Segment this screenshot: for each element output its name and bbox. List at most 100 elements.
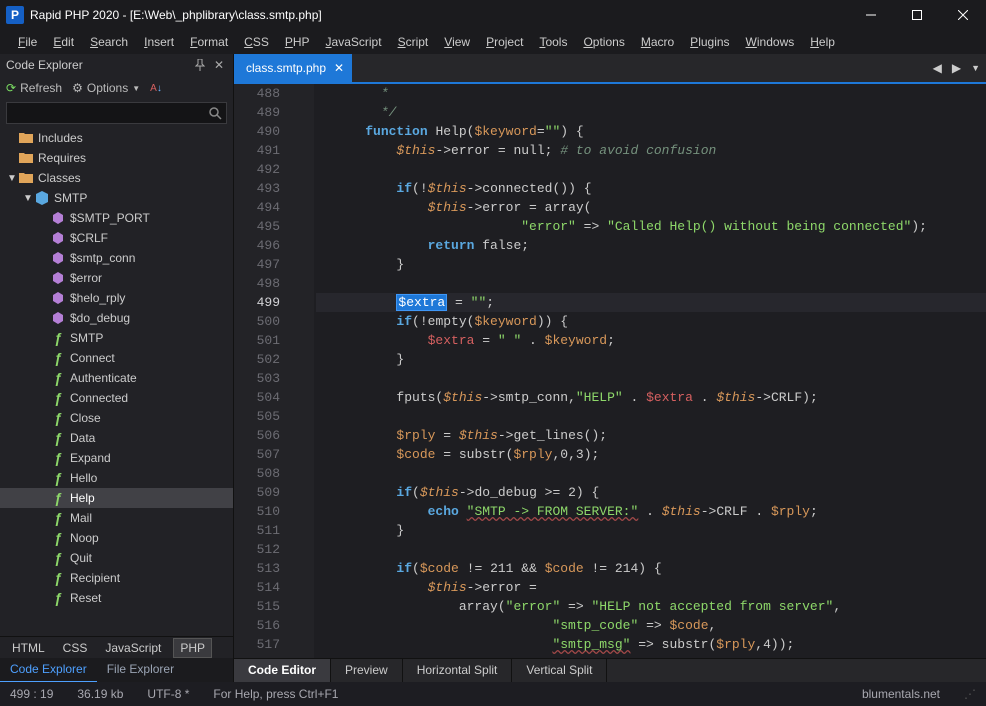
menu-project[interactable]: Project bbox=[478, 32, 531, 52]
search-box[interactable] bbox=[6, 102, 227, 124]
tab-menu-icon[interactable]: ▼ bbox=[971, 63, 980, 73]
close-button[interactable] bbox=[940, 0, 986, 30]
menu-script[interactable]: Script bbox=[390, 32, 437, 52]
tree-row[interactable]: ƒExpand bbox=[0, 448, 233, 468]
tree-row[interactable]: ƒConnected bbox=[0, 388, 233, 408]
code-line[interactable] bbox=[316, 274, 986, 293]
tree-row[interactable]: ƒMail bbox=[0, 508, 233, 528]
code-line[interactable]: $extra = " " . $keyword; bbox=[316, 331, 986, 350]
resize-grip-icon[interactable]: ⋰ bbox=[964, 687, 976, 701]
code-line[interactable]: $extra = ""; bbox=[316, 293, 986, 312]
menu-options[interactable]: Options bbox=[575, 32, 632, 52]
tree-row[interactable]: ▼Classes bbox=[0, 168, 233, 188]
tab-file-explorer[interactable]: File Explorer bbox=[97, 658, 184, 682]
menu-format[interactable]: Format bbox=[182, 32, 236, 52]
menu-css[interactable]: CSS bbox=[236, 32, 277, 52]
tab-prev-icon[interactable]: ◀ bbox=[933, 61, 942, 75]
lang-tab-javascript[interactable]: JavaScript bbox=[99, 639, 167, 657]
tree-row[interactable]: ƒConnect bbox=[0, 348, 233, 368]
tree-row[interactable]: ▼SMTP bbox=[0, 188, 233, 208]
menu-macro[interactable]: Macro bbox=[633, 32, 682, 52]
maximize-button[interactable] bbox=[894, 0, 940, 30]
tree-row[interactable]: ƒSMTP bbox=[0, 328, 233, 348]
file-tab[interactable]: class.smtp.php ✕ bbox=[234, 54, 352, 82]
code-line[interactable] bbox=[316, 464, 986, 483]
code-line[interactable]: $code = substr($rply,0,3); bbox=[316, 445, 986, 464]
code-line[interactable]: $this->error = null; # to avoid confusio… bbox=[316, 141, 986, 160]
code-tree[interactable]: IncludesRequires▼Classes▼SMTP$SMTP_PORT$… bbox=[0, 128, 233, 636]
tree-row[interactable]: $error bbox=[0, 268, 233, 288]
tree-row[interactable]: ƒAuthenticate bbox=[0, 368, 233, 388]
pin-icon[interactable] bbox=[195, 59, 211, 71]
tree-row[interactable]: ƒHello bbox=[0, 468, 233, 488]
code-line[interactable]: "smtp_msg" => substr($rply,4)); bbox=[316, 635, 986, 654]
tree-row[interactable]: $do_debug bbox=[0, 308, 233, 328]
editor-tab-vertical-split[interactable]: Vertical Split bbox=[512, 659, 607, 682]
lang-tab-php[interactable]: PHP bbox=[173, 638, 212, 658]
tree-row[interactable]: $helo_rply bbox=[0, 288, 233, 308]
menu-edit[interactable]: Edit bbox=[45, 32, 82, 52]
code-line[interactable]: } bbox=[316, 521, 986, 540]
code-line[interactable]: function Help($keyword="") { bbox=[316, 122, 986, 141]
tree-row[interactable]: $SMTP_PORT bbox=[0, 208, 233, 228]
refresh-button[interactable]: ⟳ Refresh bbox=[6, 81, 62, 95]
code-line[interactable]: } bbox=[316, 350, 986, 369]
menu-insert[interactable]: Insert bbox=[136, 32, 182, 52]
lang-tab-css[interactable]: CSS bbox=[57, 639, 94, 657]
minimize-button[interactable] bbox=[848, 0, 894, 30]
tree-row[interactable]: ƒClose bbox=[0, 408, 233, 428]
tree-row[interactable]: ƒData bbox=[0, 428, 233, 448]
menu-file[interactable]: File bbox=[10, 32, 45, 52]
editor-tab-code-editor[interactable]: Code Editor bbox=[234, 659, 331, 682]
menu-search[interactable]: Search bbox=[82, 32, 136, 52]
tree-row[interactable]: $CRLF bbox=[0, 228, 233, 248]
menu-windows[interactable]: Windows bbox=[738, 32, 803, 52]
code-line[interactable]: "error" => "Called Help() without being … bbox=[316, 217, 986, 236]
tree-row[interactable]: Includes bbox=[0, 128, 233, 148]
code-line[interactable]: if(!$this->connected()) { bbox=[316, 179, 986, 198]
tab-code-explorer[interactable]: Code Explorer bbox=[0, 658, 97, 682]
code-line[interactable] bbox=[316, 407, 986, 426]
code-line[interactable]: $this->error = bbox=[316, 578, 986, 597]
tree-row[interactable]: ƒReset bbox=[0, 588, 233, 608]
menu-php[interactable]: PHP bbox=[277, 32, 318, 52]
code-line[interactable]: * bbox=[316, 84, 986, 103]
code-line[interactable] bbox=[316, 369, 986, 388]
menu-plugins[interactable]: Plugins bbox=[682, 32, 737, 52]
code-line[interactable] bbox=[316, 160, 986, 179]
code-line[interactable]: if($this->do_debug >= 2) { bbox=[316, 483, 986, 502]
code-content[interactable]: * */ function Help($keyword="") { $this-… bbox=[314, 84, 986, 658]
code-line[interactable]: $this->error = array( bbox=[316, 198, 986, 217]
options-button[interactable]: ⚙ Options ▼ bbox=[72, 81, 140, 95]
code-line[interactable]: } bbox=[316, 255, 986, 274]
code-line[interactable]: array("error" => "HELP not accepted from… bbox=[316, 597, 986, 616]
code-line[interactable]: */ bbox=[316, 103, 986, 122]
code-line[interactable]: return false; bbox=[316, 236, 986, 255]
code-line[interactable]: fputs($this->smtp_conn,"HELP" . $extra .… bbox=[316, 388, 986, 407]
tree-row[interactable]: $smtp_conn bbox=[0, 248, 233, 268]
tree-row[interactable]: Requires bbox=[0, 148, 233, 168]
menu-javascript[interactable]: JavaScript bbox=[318, 32, 390, 52]
tree-row[interactable]: ƒQuit bbox=[0, 548, 233, 568]
code-line[interactable] bbox=[316, 540, 986, 559]
code-line[interactable]: "smtp_code" => $code, bbox=[316, 616, 986, 635]
code-line[interactable]: echo "SMTP -> FROM SERVER:" . $this->CRL… bbox=[316, 502, 986, 521]
code-line[interactable]: if(!empty($keyword)) { bbox=[316, 312, 986, 331]
lang-tab-html[interactable]: HTML bbox=[6, 639, 51, 657]
editor-tab-preview[interactable]: Preview bbox=[331, 659, 403, 682]
search-input[interactable] bbox=[11, 106, 208, 120]
menu-tools[interactable]: Tools bbox=[531, 32, 575, 52]
sort-button[interactable]: A↓ bbox=[150, 83, 162, 94]
menu-view[interactable]: View bbox=[436, 32, 478, 52]
tab-next-icon[interactable]: ▶ bbox=[952, 61, 961, 75]
search-icon[interactable] bbox=[208, 106, 222, 120]
panel-close-icon[interactable]: ✕ bbox=[211, 58, 227, 72]
code-editor[interactable]: 4884894904914924934944954964974984995005… bbox=[234, 84, 986, 658]
menu-help[interactable]: Help bbox=[802, 32, 843, 52]
file-tab-close-icon[interactable]: ✕ bbox=[334, 61, 344, 75]
tree-row[interactable]: ƒRecipient bbox=[0, 568, 233, 588]
code-line[interactable]: if($code != 211 && $code != 214) { bbox=[316, 559, 986, 578]
editor-tab-horizontal-split[interactable]: Horizontal Split bbox=[403, 659, 513, 682]
tree-row[interactable]: ƒHelp bbox=[0, 488, 233, 508]
code-line[interactable]: $rply = $this->get_lines(); bbox=[316, 426, 986, 445]
